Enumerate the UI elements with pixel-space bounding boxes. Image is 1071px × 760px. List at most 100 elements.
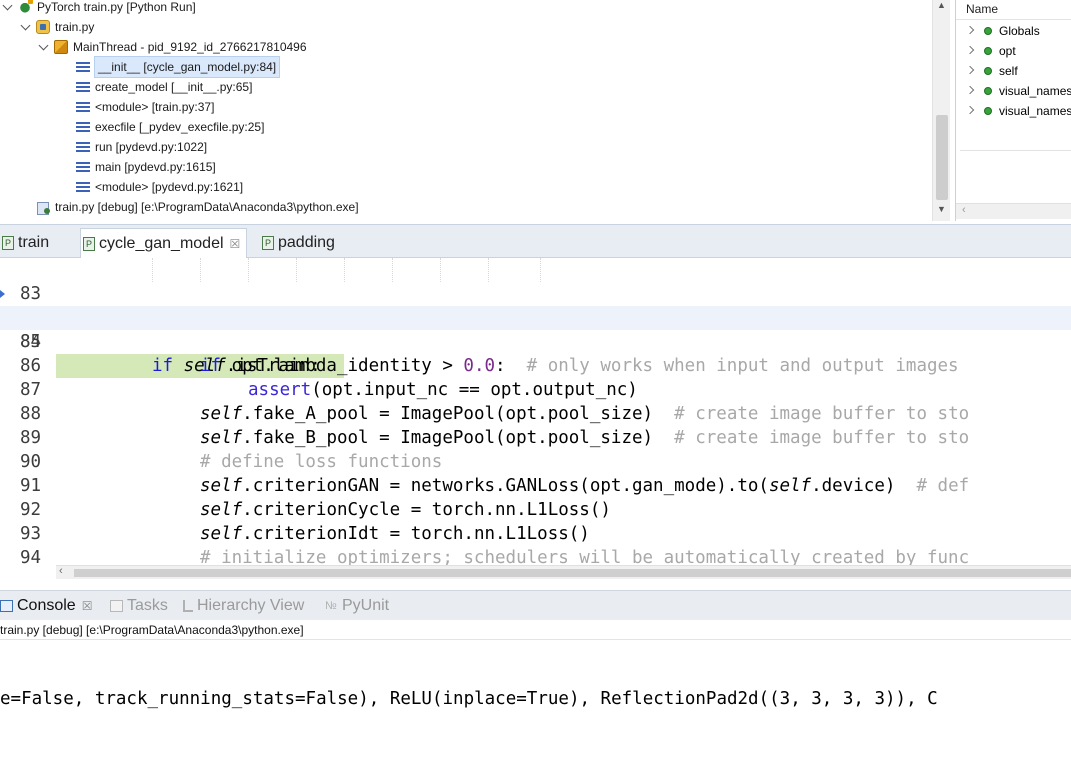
indent-guide: [392, 258, 393, 282]
thread-icon: [54, 40, 68, 54]
code-line[interactable]: 91 self.criterionCycle = torch.nn.L1Loss…: [0, 450, 1071, 520]
close-icon[interactable]: ☒: [82, 595, 93, 617]
code-line[interactable]: 88 self.fake_B_pool = ImagePool(opt.pool…: [0, 378, 1071, 448]
stack-frame[interactable]: <module> [pydevd.py:1621]: [76, 177, 243, 197]
code-line[interactable]: 95 self.optimizer_D = torch.optim.Adam(i…: [0, 546, 1071, 565]
indent-guide: [200, 258, 201, 282]
variable-name: visual_names: [999, 84, 1071, 98]
tab-cycle-gan-model[interactable]: P cycle_gan_model ☒: [80, 228, 248, 259]
indent-guide: [488, 258, 489, 282]
variable-row[interactable]: visual_names: [966, 81, 1071, 101]
tab-train[interactable]: P train: [0, 228, 55, 258]
hierarchy-icon: [183, 600, 193, 612]
stack-frame-label: create_model [__init__.py:65]: [95, 80, 253, 94]
tab-pyunit[interactable]: № PyUnit: [325, 595, 389, 617]
tab-hierarchy-view[interactable]: Hierarchy View: [183, 595, 304, 617]
tab-console[interactable]: Console ☒: [0, 595, 92, 617]
stack-frame[interactable]: create_model [__init__.py:65]: [76, 77, 252, 97]
indent-guide: [344, 258, 345, 282]
code-line[interactable]: 94 self.optimizer_G = torch.optim.Adam(i…: [0, 522, 1071, 565]
chevron-down-icon[interactable]: [38, 41, 50, 53]
chevron-down-icon[interactable]: [20, 21, 32, 33]
variable-name: opt: [999, 44, 1016, 58]
scroll-up-icon[interactable]: ▲: [937, 0, 946, 10]
stack-frame-label: <module> [train.py:37]: [95, 100, 215, 114]
variables-name-header[interactable]: Name: [956, 0, 1071, 20]
code-line[interactable]: 86 assert(opt.input_nc == opt.output_nc): [0, 330, 1071, 400]
variable-row[interactable]: Globals: [966, 21, 1040, 41]
python-file-icon: P: [2, 236, 14, 250]
variable-icon: [984, 107, 992, 115]
variable-name: self: [999, 64, 1018, 78]
indent-guide: [540, 258, 541, 282]
variables-panel: Name Globals opt self visual_names visua…: [955, 0, 1071, 221]
scrollbar-thumb[interactable]: [74, 569, 1071, 577]
code-line[interactable]: 83: [0, 258, 1071, 304]
chevron-down-icon[interactable]: [2, 1, 14, 13]
debug-process-icon: [36, 200, 50, 215]
tree-item-main-thread[interactable]: MainThread - pid_9192_id_2766217810496: [38, 37, 307, 57]
code-line[interactable]: 87 self.fake_A_pool = ImagePool(opt.pool…: [0, 354, 1071, 424]
debug-panel-scrollbar[interactable]: ▲ ▼: [932, 0, 950, 221]
code-line-current[interactable]: 84 if self.isTrain:: [0, 282, 1071, 378]
code-editor[interactable]: 83 84 if self.isTrain: 85 if opt.lambda_…: [0, 258, 1071, 565]
stack-frame-selected[interactable]: __init__ [cycle_gan_model.py:84]: [76, 56, 281, 78]
scroll-left-icon[interactable]: ‹: [962, 204, 966, 216]
variables-hscrollbar[interactable]: ‹: [956, 203, 1071, 219]
variable-name: Globals: [999, 24, 1040, 38]
close-icon[interactable]: ☒: [230, 229, 241, 259]
scrollbar-thumb[interactable]: [936, 115, 948, 200]
stack-frame-label: main [pydevd.py:1615]: [95, 160, 216, 174]
tree-item-debug-process[interactable]: train.py [debug] [e:\ProgramData\Anacond…: [36, 197, 359, 217]
tree-item-launch[interactable]: PyTorch train.py [Python Run]: [2, 0, 196, 17]
debug-stack-panel: PyTorch train.py [Python Run] train.py M…: [0, 0, 932, 221]
tab-label: Console: [17, 597, 76, 614]
python-file-icon: [36, 20, 50, 34]
stack-frame-icon: [76, 141, 90, 154]
code-line[interactable]: 93 # initialize optimizers; schedulers w…: [0, 498, 1071, 565]
tab-tasks[interactable]: Tasks: [110, 595, 168, 617]
scroll-left-icon[interactable]: ‹: [59, 565, 63, 577]
stack-frame[interactable]: run [pydevd.py:1022]: [76, 137, 207, 157]
tab-label: train: [18, 234, 50, 251]
chevron-right-icon[interactable]: [966, 105, 978, 117]
tab-label: PyUnit: [342, 597, 390, 614]
chevron-right-icon[interactable]: [966, 65, 978, 77]
stack-frame[interactable]: main [pydevd.py:1615]: [76, 157, 216, 177]
stack-frame-icon: [76, 61, 90, 74]
tree-item-train-file[interactable]: train.py: [20, 17, 94, 37]
scroll-down-icon[interactable]: ▼: [937, 204, 946, 214]
indent-guide: [248, 258, 249, 282]
python-file-icon: P: [262, 236, 274, 250]
variable-row[interactable]: opt: [966, 41, 1016, 61]
chevron-right-icon[interactable]: [966, 85, 978, 97]
indent-guide: [440, 258, 441, 282]
console-process-label: train.py [debug] [e:\ProgramData\Anacond…: [0, 620, 1071, 640]
indent-guide: [152, 258, 153, 282]
tree-item-label: PyTorch train.py [Python Run]: [37, 0, 196, 14]
code-line[interactable]: 85 if opt.lambda_identity > 0.0: # only …: [0, 306, 1071, 376]
stack-frame-icon: [76, 81, 90, 94]
console-output[interactable]: e=False, track_running_stats=False), ReL…: [0, 640, 1071, 760]
python-file-icon: P: [83, 236, 95, 251]
editor-hscrollbar[interactable]: ‹: [56, 565, 1071, 579]
stack-frame-label: __init__ [cycle_gan_model.py:84]: [93, 56, 281, 78]
variable-icon: [984, 47, 992, 55]
stack-frame[interactable]: <module> [train.py:37]: [76, 97, 214, 117]
code-line[interactable]: 92 self.criterionIdt = torch.nn.L1Loss(): [0, 474, 1071, 544]
variable-row[interactable]: self: [966, 61, 1018, 81]
stack-frame[interactable]: execfile [_pydev_execfile.py:25]: [76, 117, 264, 137]
variable-name: visual_names: [999, 104, 1071, 118]
code-line[interactable]: 89 # define loss functions: [0, 402, 1071, 472]
variable-row[interactable]: visual_names: [966, 101, 1071, 121]
code-line[interactable]: 90 self.criterionGAN = networks.GANLoss(…: [0, 426, 1071, 496]
stack-frame-icon: [76, 121, 90, 134]
current-line-marker-icon: [0, 290, 5, 298]
tab-label: cycle_gan_model: [99, 234, 224, 252]
chevron-right-icon[interactable]: [966, 25, 978, 37]
tab-padding[interactable]: P padding: [260, 228, 341, 258]
stack-frame-icon: [76, 101, 90, 114]
tree-item-label: train.py: [55, 20, 95, 34]
stack-frame-label: <module> [pydevd.py:1621]: [95, 180, 244, 194]
chevron-right-icon[interactable]: [966, 45, 978, 57]
